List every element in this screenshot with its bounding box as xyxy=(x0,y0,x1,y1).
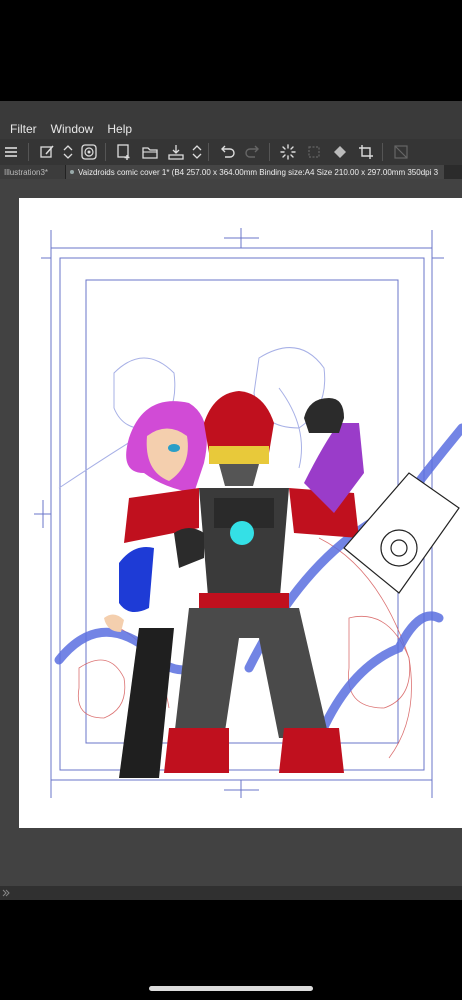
girl-eye xyxy=(168,444,180,452)
toolbar-divider xyxy=(105,143,106,161)
tab-label: Illustration3* xyxy=(4,167,49,177)
spiral-icon[interactable] xyxy=(77,141,101,163)
up-down-chevron-icon[interactable] xyxy=(190,141,204,163)
girl-legs xyxy=(119,628,174,778)
tab-vaizdroids-cover[interactable]: Vaizdroids comic cover 1* (B4 257.00 x 3… xyxy=(66,165,445,179)
menu-bar: Filter Window Help xyxy=(0,101,462,139)
bottom-panel-strip xyxy=(0,886,462,900)
save-icon[interactable] xyxy=(164,141,188,163)
robot-face xyxy=(219,464,259,486)
toolbar-divider xyxy=(382,143,383,161)
open-folder-icon[interactable] xyxy=(138,141,162,163)
document-tab-bar: Illustration3* Vaizdroids comic cover 1*… xyxy=(0,165,462,179)
fill-icon[interactable] xyxy=(328,141,352,163)
select-layer-icon[interactable] xyxy=(302,141,326,163)
edit-layer-icon[interactable] xyxy=(35,141,59,163)
transform-icon[interactable] xyxy=(389,141,413,163)
sketch-line xyxy=(77,659,126,719)
up-down-chevron-icon[interactable] xyxy=(61,141,75,163)
robot-legs xyxy=(174,608,329,738)
drag-handle-icon[interactable] xyxy=(2,888,10,898)
new-canvas-icon[interactable] xyxy=(112,141,136,163)
redo-icon[interactable] xyxy=(241,141,265,163)
robot-boot xyxy=(164,728,229,773)
menu-window[interactable]: Window xyxy=(51,122,94,136)
robot-fist xyxy=(304,398,344,433)
artwork xyxy=(34,228,462,798)
gadget-sketch xyxy=(343,472,460,594)
canvas-workspace[interactable] xyxy=(0,179,462,886)
loading-spinner-icon[interactable] xyxy=(276,141,300,163)
robot-visor xyxy=(209,446,269,464)
robot-core xyxy=(230,521,254,545)
canvas-paper[interactable] xyxy=(19,198,462,828)
crop-icon[interactable] xyxy=(354,141,378,163)
menu-help[interactable]: Help xyxy=(107,122,132,136)
unsaved-dot-icon xyxy=(70,170,74,174)
girl-arm xyxy=(119,547,154,612)
home-indicator[interactable] xyxy=(149,986,313,991)
robot-fist xyxy=(174,528,204,568)
toolbar-divider xyxy=(269,143,270,161)
undo-icon[interactable] xyxy=(215,141,239,163)
tab-illustration3[interactable]: Illustration3* xyxy=(0,165,66,179)
toolbar-divider xyxy=(208,143,209,161)
command-toolbar xyxy=(0,139,462,165)
robot-helmet xyxy=(204,391,274,453)
menu-filter[interactable]: Filter xyxy=(10,122,37,136)
tab-label: Vaizdroids comic cover 1* (B4 257.00 x 3… xyxy=(78,167,439,177)
menu-icon[interactable] xyxy=(0,141,24,163)
toolbar-divider xyxy=(28,143,29,161)
brush-stroke xyxy=(314,611,444,743)
robot-boot xyxy=(279,728,344,773)
